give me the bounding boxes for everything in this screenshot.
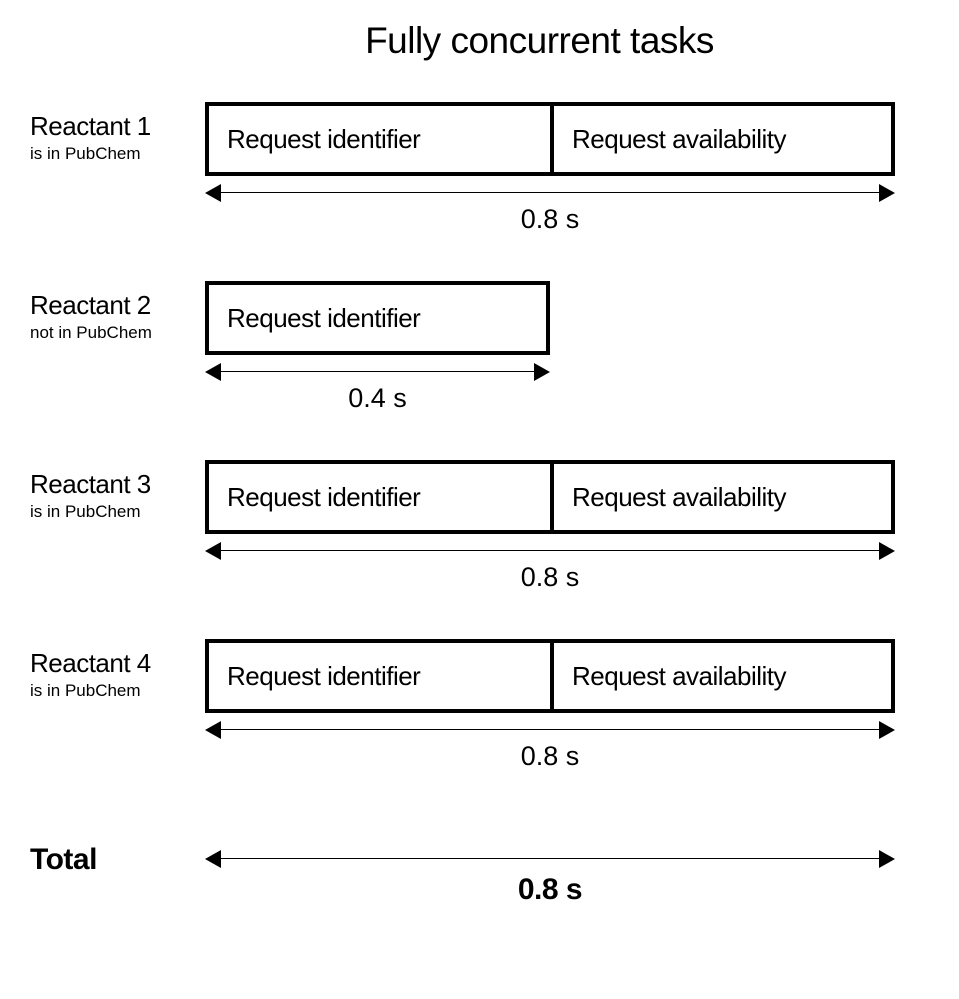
duration-label: 0.8 s: [205, 204, 895, 235]
duration-label: 0.8 s: [205, 741, 895, 772]
duration-arrow: [205, 719, 895, 741]
row-label: Reactant 2 not in PubChem: [30, 281, 205, 343]
arrow-line: [213, 550, 887, 551]
row-lane: Request identifier 0.4 s: [205, 281, 895, 425]
total-duration-label: 0.8 s: [205, 873, 895, 907]
reactant-row: Reactant 3 is in PubChem Request identif…: [30, 460, 929, 604]
row-label-sub: is in PubChem: [30, 502, 205, 522]
row-label-main: Reactant 2: [30, 291, 205, 321]
row-label-sub: is in PubChem: [30, 144, 205, 164]
arrow-left-icon: [205, 184, 221, 202]
reactant-row: Reactant 4 is in PubChem Request identif…: [30, 639, 929, 783]
reactant-row: Reactant 1 is in PubChem Request identif…: [30, 102, 929, 246]
arrow-left-icon: [205, 721, 221, 739]
row-label-main: Reactant 3: [30, 470, 205, 500]
total-lane: 0.8 s: [205, 843, 895, 923]
duration-label: 0.8 s: [205, 562, 895, 593]
arrow-right-icon: [534, 363, 550, 381]
arrow-line: [213, 729, 887, 730]
segment-request-identifier: Request identifier: [209, 643, 550, 709]
segment-request-availability: Request availability: [550, 464, 891, 530]
reactant-rows: Reactant 1 is in PubChem Request identif…: [30, 102, 929, 818]
arrow-left-icon: [205, 850, 221, 868]
arrow-right-icon: [879, 850, 895, 868]
segment-request-identifier: Request identifier: [209, 285, 546, 351]
diagram-title: Fully concurrent tasks: [30, 20, 929, 62]
row-label-sub: is in PubChem: [30, 681, 205, 701]
row-label: Reactant 1 is in PubChem: [30, 102, 205, 164]
arrow-line: [213, 371, 542, 372]
task-bar: Request identifier Request availability: [205, 639, 895, 713]
row-label-main: Reactant 4: [30, 649, 205, 679]
arrow-left-icon: [205, 542, 221, 560]
row-label-main: Reactant 1: [30, 112, 205, 142]
total-duration-arrow: [205, 848, 895, 870]
segment-request-identifier: Request identifier: [209, 464, 550, 530]
row-label-sub: not in PubChem: [30, 323, 205, 343]
arrow-right-icon: [879, 721, 895, 739]
segment-request-availability: Request availability: [550, 643, 891, 709]
diagram-page: Fully concurrent tasks Reactant 1 is in …: [0, 0, 959, 999]
arrow-line: [213, 192, 887, 193]
row-lane: Request identifier Request availability …: [205, 639, 895, 783]
row-label: Reactant 4 is in PubChem: [30, 639, 205, 701]
row-label: Reactant 3 is in PubChem: [30, 460, 205, 522]
segment-request-availability: Request availability: [550, 106, 891, 172]
arrow-right-icon: [879, 542, 895, 560]
task-bar: Request identifier Request availability: [205, 460, 895, 534]
duration-label: 0.4 s: [205, 383, 550, 414]
duration-arrow: [205, 540, 895, 562]
total-row: Total 0.8 s: [30, 843, 929, 923]
task-bar: Request identifier Request availability: [205, 102, 895, 176]
total-label: Total: [30, 843, 205, 877]
arrow-left-icon: [205, 363, 221, 381]
row-lane: Request identifier Request availability …: [205, 460, 895, 604]
arrow-right-icon: [879, 184, 895, 202]
reactant-row: Reactant 2 not in PubChem Request identi…: [30, 281, 929, 425]
segment-request-identifier: Request identifier: [209, 106, 550, 172]
row-lane: Request identifier Request availability …: [205, 102, 895, 246]
duration-arrow: [205, 182, 895, 204]
duration-arrow: [205, 361, 550, 383]
arrow-line: [213, 858, 887, 859]
task-bar: Request identifier: [205, 281, 550, 355]
